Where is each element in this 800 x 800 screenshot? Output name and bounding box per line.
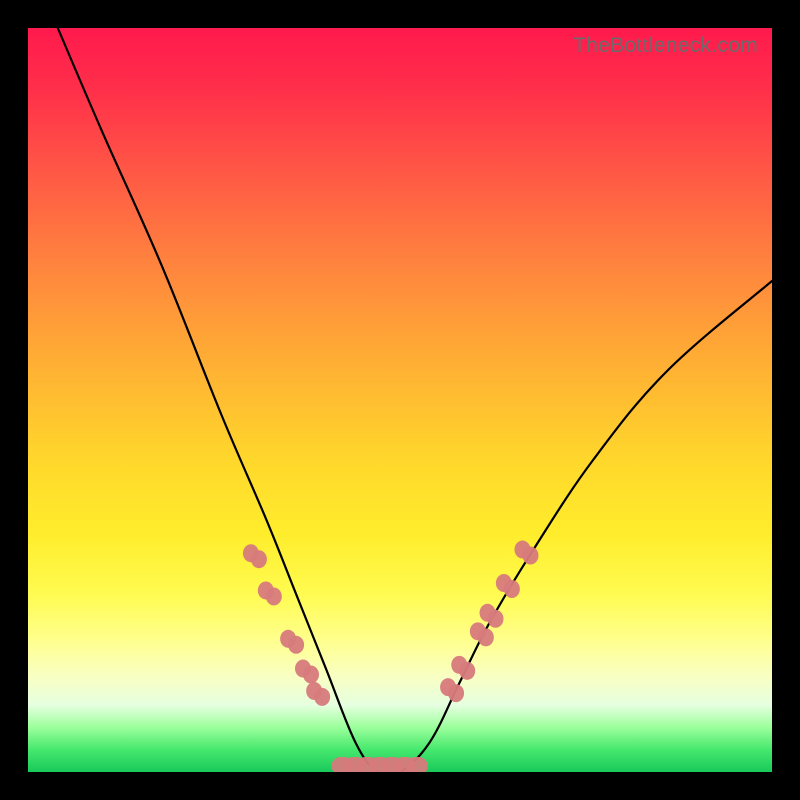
watermark-text: TheBottleneck.com: [573, 34, 758, 58]
limb-marker: [459, 662, 475, 680]
limb-marker: [504, 580, 520, 598]
chart-svg: [28, 28, 772, 772]
flat-segment-markers: [331, 757, 427, 772]
limb-marker: [448, 684, 464, 702]
limb-marker: [288, 636, 304, 654]
limb-marker: [266, 587, 282, 605]
limb-marker: [488, 610, 504, 628]
limb-marker: [314, 688, 330, 706]
limb-marker: [478, 628, 494, 646]
limb-marker: [303, 666, 319, 684]
flat-marker: [406, 757, 428, 772]
bottleneck-curve: [58, 28, 772, 772]
limb-marker: [251, 550, 267, 568]
limb-marker: [522, 547, 538, 565]
plot-area: TheBottleneck.com: [28, 28, 772, 772]
chart-frame: TheBottleneck.com: [0, 0, 800, 800]
